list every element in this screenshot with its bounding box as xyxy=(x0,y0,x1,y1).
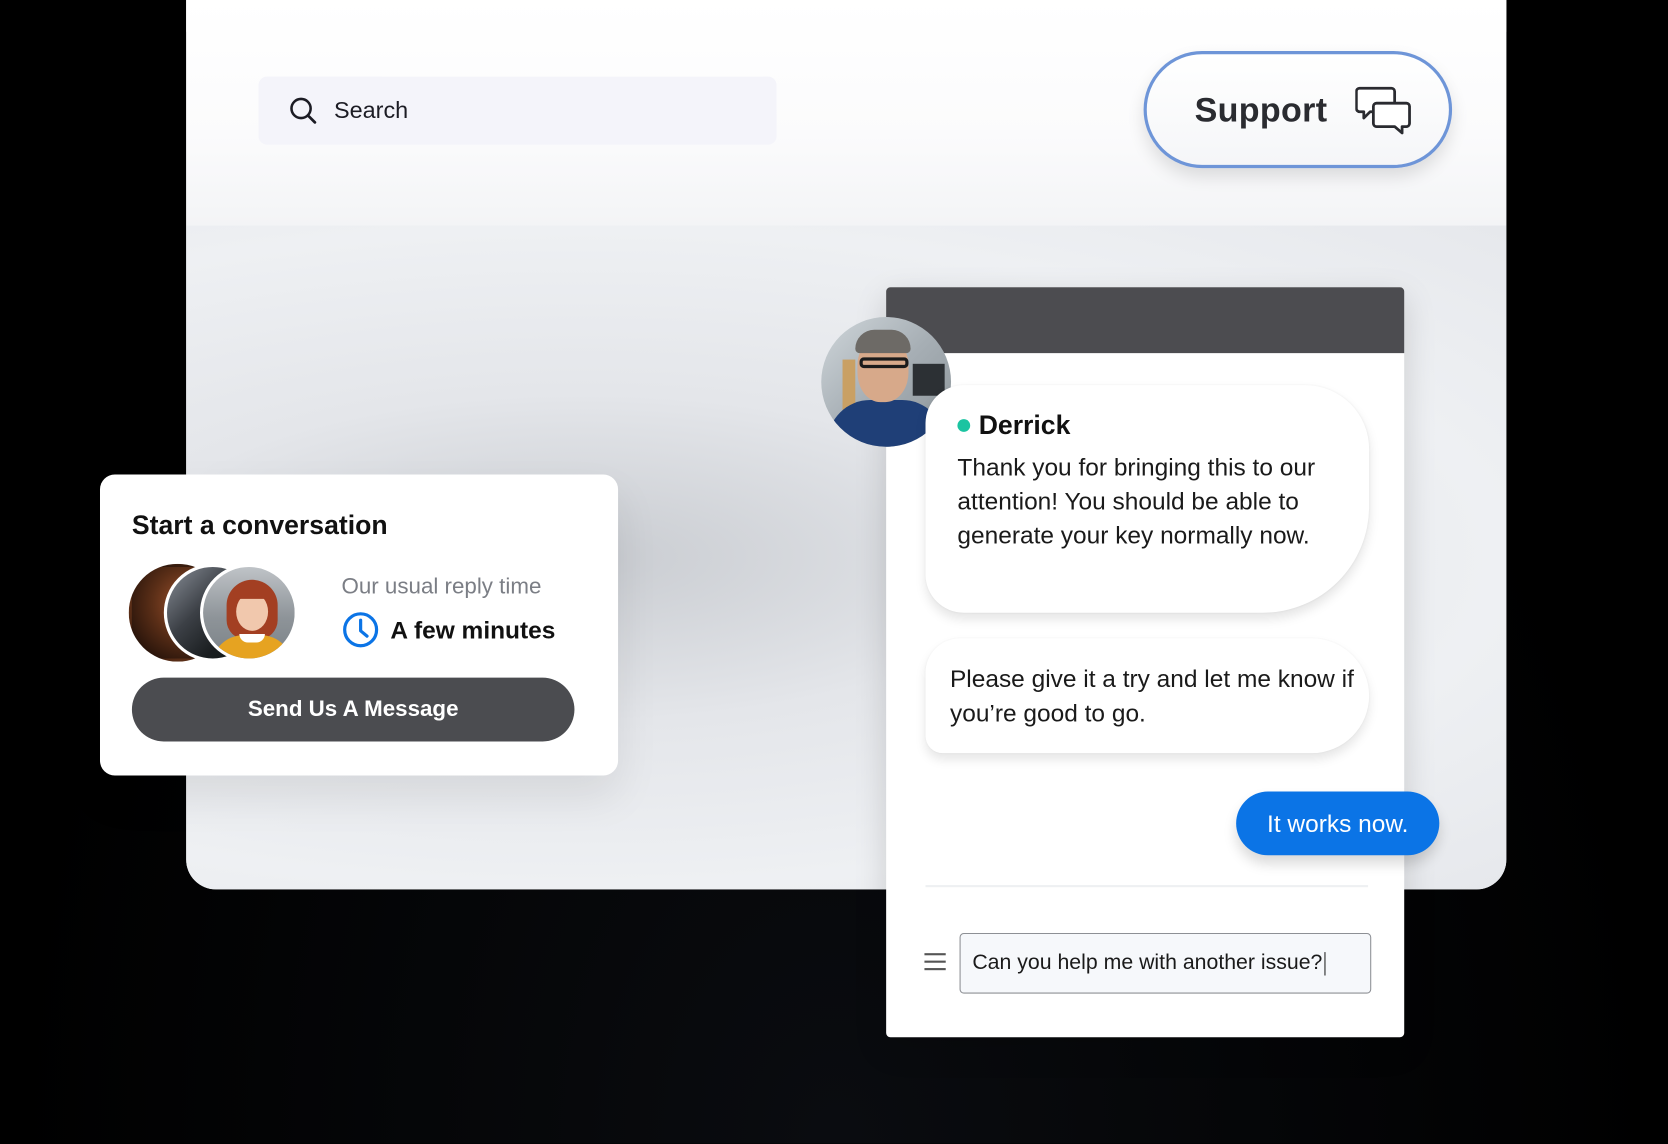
agent-message: Please give it a try and let me know if … xyxy=(925,638,1370,754)
send-message-button[interactable]: Send Us A Message xyxy=(131,677,575,742)
message-text: Thank you for bringing this to our atten… xyxy=(957,453,1316,549)
support-button[interactable]: Support xyxy=(1143,51,1453,169)
reply-time: A few minutes xyxy=(341,611,555,649)
avatar xyxy=(199,563,298,662)
composer-divider xyxy=(925,885,1369,888)
text-caret xyxy=(1324,951,1326,975)
start-conversation-card: Start a conversation Our usual reply tim… xyxy=(99,474,619,776)
agent-name-text: Derrick xyxy=(978,410,1071,441)
menu-icon[interactable] xyxy=(924,953,946,972)
card-title: Start a conversation xyxy=(131,510,388,541)
clock-icon xyxy=(343,612,379,648)
team-avatars xyxy=(128,563,308,664)
reply-time-value: A few minutes xyxy=(390,615,556,644)
message-input-value: Can you help me with another issue? xyxy=(972,951,1323,975)
online-status-dot xyxy=(957,419,971,432)
search-placeholder: Search xyxy=(334,96,409,124)
stage: Search Support Start a conversation Our … xyxy=(0,0,1668,1144)
chat-header xyxy=(886,287,1405,354)
reply-time-caption: Our usual reply time xyxy=(341,574,542,599)
user-message: It works now. xyxy=(1236,791,1440,856)
search-icon xyxy=(290,97,317,124)
agent-message: Derrick Thank you for bringing this to o… xyxy=(925,385,1370,613)
agent-name: Derrick xyxy=(957,408,1070,442)
search-input[interactable]: Search xyxy=(258,76,777,145)
chat-bubbles-icon xyxy=(1355,86,1411,135)
message-input[interactable]: Can you help me with another issue? xyxy=(959,932,1372,994)
message-text: Please give it a try and let me know if … xyxy=(949,664,1354,727)
support-label: Support xyxy=(1194,89,1328,129)
